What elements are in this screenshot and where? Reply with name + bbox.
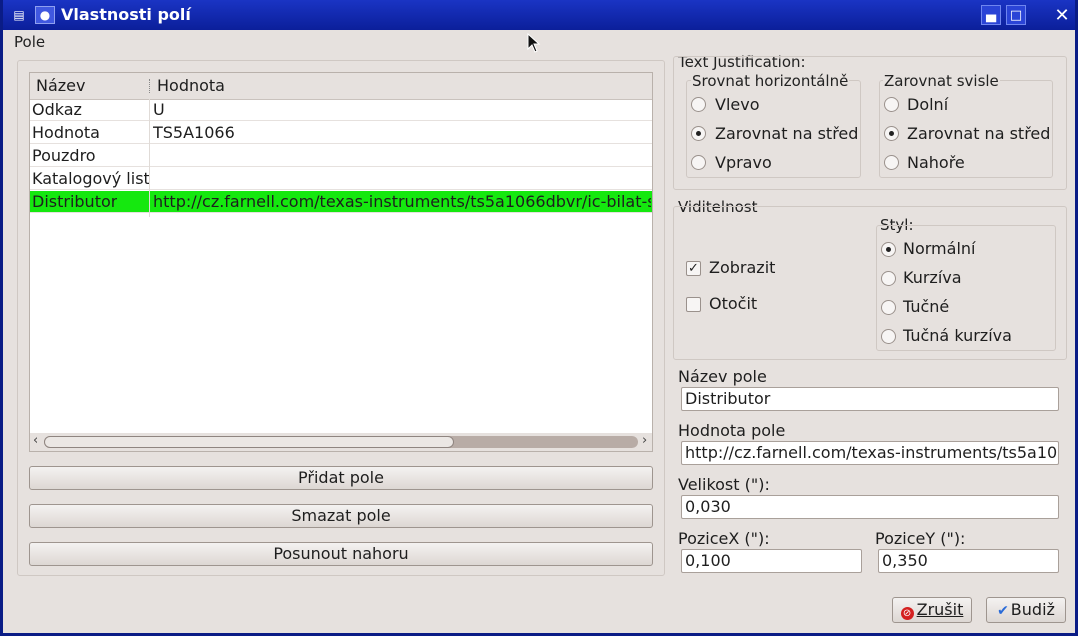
- delete-field-button[interactable]: Smazat pole: [29, 504, 653, 528]
- radio-v-top-label[interactable]: Nahoře: [907, 153, 965, 172]
- row-value[interactable]: U: [153, 100, 165, 119]
- radio-style-italic[interactable]: [881, 271, 896, 286]
- field-value-label: Hodnota pole: [678, 421, 786, 440]
- horizontal-scrollbar[interactable]: ‹ ›: [30, 433, 652, 451]
- field-name-label: Název pole: [678, 367, 767, 386]
- row-name: Distributor: [32, 192, 118, 211]
- fields-group-title: Pole: [14, 33, 46, 51]
- radio-h-right-label[interactable]: Vpravo: [715, 153, 772, 172]
- column-resize-handle[interactable]: [149, 79, 151, 93]
- radio-v-center[interactable]: [884, 126, 899, 141]
- close-button[interactable]: ✕: [1052, 5, 1072, 26]
- scroll-thumb[interactable]: [44, 436, 454, 448]
- field-value-input[interactable]: http://cz.farnell.com/texas-instruments/…: [681, 441, 1059, 465]
- cancel-button[interactable]: ⊘ Zrušit: [892, 597, 972, 623]
- radio-v-center-label[interactable]: Zarovnat na střed: [907, 124, 1050, 143]
- show-checkbox[interactable]: ✓: [686, 261, 701, 276]
- radio-h-left[interactable]: [691, 97, 706, 112]
- row-value[interactable]: TS5A1066: [153, 123, 235, 142]
- table-row[interactable]: Katalogový list: [30, 168, 652, 190]
- radio-style-normal-label[interactable]: Normální: [903, 239, 975, 258]
- radio-style-italic-label[interactable]: Kurzíva: [903, 268, 962, 287]
- radio-v-bottom[interactable]: [884, 97, 899, 112]
- ok-button-label: Budiž: [1010, 600, 1055, 619]
- size-input[interactable]: 0,030: [681, 495, 1059, 519]
- vertical-align-title: Zarovnat svisle: [883, 72, 1000, 90]
- pos-x-label: PoziceX ("):: [678, 529, 770, 548]
- horizontal-align-title: Srovnat horizontálně: [691, 72, 850, 90]
- field-name-input[interactable]: Distributor: [681, 387, 1059, 411]
- dialog-window: ▤ ● Vlastnosti polí ▄ □ ✕ Pole Název Hod…: [0, 0, 1078, 636]
- cancel-button-label: Zrušit: [916, 600, 964, 619]
- radio-style-bold[interactable]: [881, 300, 896, 315]
- window-menu-icon[interactable]: ●: [35, 6, 55, 24]
- radio-style-bold-italic[interactable]: [881, 329, 896, 344]
- radio-v-bottom-label[interactable]: Dolní: [907, 95, 948, 114]
- mouse-cursor-icon: [527, 33, 541, 53]
- maximize-button[interactable]: □: [1006, 5, 1026, 25]
- table-row[interactable]: Pouzdro: [30, 145, 652, 167]
- column-divider: [149, 99, 150, 217]
- radio-h-left-label[interactable]: Vlevo: [715, 95, 760, 114]
- show-checkbox-label[interactable]: Zobrazit: [709, 258, 775, 277]
- ok-button[interactable]: ✔ Budiž: [986, 597, 1066, 623]
- minimize-button[interactable]: ▄: [981, 5, 1001, 25]
- radio-h-right[interactable]: [691, 155, 706, 170]
- table-row-selected[interactable]: Distributor http://cz.farnell.com/texas-…: [30, 191, 652, 213]
- row-name: Odkaz: [32, 100, 82, 119]
- pos-y-label: PoziceY ("):: [875, 529, 966, 548]
- column-header-name[interactable]: Název: [36, 76, 85, 95]
- rotate-checkbox-label[interactable]: Otočit: [709, 294, 757, 313]
- pos-y-input[interactable]: 0,350: [878, 549, 1059, 573]
- radio-style-bold-italic-label[interactable]: Tučná kurzíva: [903, 326, 1012, 345]
- fields-table[interactable]: Název Hodnota Odkaz U Hodnota TS5A1066 P…: [29, 72, 653, 452]
- table-row[interactable]: Hodnota TS5A1066: [30, 122, 652, 144]
- radio-v-top[interactable]: [884, 155, 899, 170]
- rotate-checkbox[interactable]: [686, 297, 701, 312]
- row-name: Hodnota: [32, 123, 100, 142]
- window-title: Vlastnosti polí: [61, 5, 191, 24]
- checkmark-icon: ✔: [997, 603, 1009, 619]
- radio-h-center-label[interactable]: Zarovnat na střed: [715, 124, 858, 143]
- size-label: Velikost ("):: [678, 475, 770, 494]
- pos-x-input[interactable]: 0,100: [681, 549, 862, 573]
- radio-style-normal[interactable]: [881, 242, 896, 257]
- column-header-value[interactable]: Hodnota: [157, 76, 225, 95]
- app-book-icon[interactable]: ▤: [9, 6, 29, 24]
- add-field-button[interactable]: Přidat pole: [29, 466, 653, 490]
- row-name: Pouzdro: [32, 146, 96, 165]
- move-up-button[interactable]: Posunout nahoru: [29, 542, 653, 566]
- scroll-left-icon[interactable]: ‹: [33, 433, 38, 448]
- title-bar: ▤ ● Vlastnosti polí ▄ □ ✕: [3, 0, 1075, 30]
- table-row[interactable]: Odkaz U: [30, 99, 652, 121]
- cancel-icon: ⊘: [900, 607, 914, 620]
- row-value[interactable]: http://cz.farnell.com/texas-instruments/…: [153, 192, 651, 211]
- radio-style-bold-label[interactable]: Tučné: [903, 297, 949, 316]
- radio-h-center[interactable]: [691, 126, 706, 141]
- table-header: Název Hodnota: [30, 73, 652, 100]
- scroll-right-icon[interactable]: ›: [642, 433, 647, 448]
- row-name: Katalogový list: [32, 169, 150, 188]
